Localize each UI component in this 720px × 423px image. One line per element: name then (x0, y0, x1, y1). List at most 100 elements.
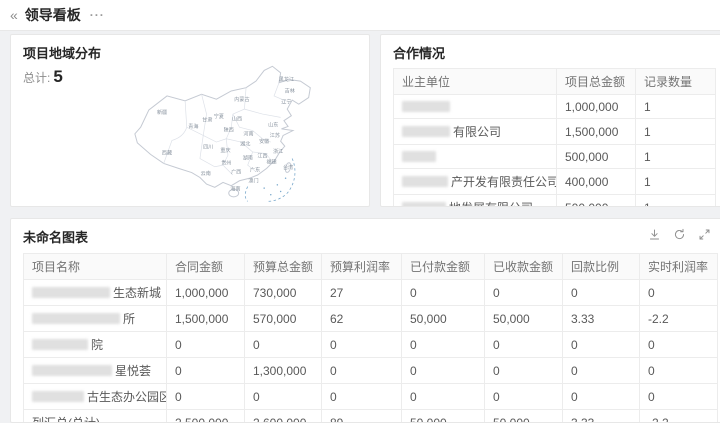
redacted-text (402, 101, 450, 112)
svg-text:海南: 海南 (230, 186, 240, 193)
column-header: 实时利润率 (640, 254, 718, 280)
svg-text:新疆: 新疆 (157, 109, 167, 116)
widget-toolbar (648, 228, 711, 241)
svg-text:广西: 广西 (231, 168, 241, 175)
column-header: 已收款金额 (485, 254, 563, 280)
cell: 400,000 (557, 169, 636, 195)
cell: 1,000,000 (167, 280, 245, 306)
redacted-text (32, 313, 120, 324)
cell: 0 (167, 332, 245, 358)
cell: 0 (563, 384, 640, 410)
svg-text:河南: 河南 (243, 130, 253, 137)
table-row: 古生态办公园区0000000 (24, 384, 718, 410)
svg-text:青海: 青海 (188, 123, 198, 130)
map-total-label: 总计: (23, 71, 50, 85)
cell: 产开发有限责任公司 (394, 169, 557, 195)
svg-text:台湾: 台湾 (283, 164, 293, 171)
cell: 0 (640, 332, 718, 358)
cell: 50,000 (485, 410, 563, 423)
svg-text:吉林: 吉林 (285, 88, 295, 95)
collapse-sidebar-icon[interactable]: « (10, 8, 18, 22)
cell: 27 (322, 280, 402, 306)
column-header: 合同金额 (167, 254, 245, 280)
cell: 50,000 (485, 306, 563, 332)
cell: 0 (245, 332, 322, 358)
cell: 0 (322, 384, 402, 410)
svg-text:湖南: 湖南 (243, 154, 253, 161)
china-map: 黑龙江吉林辽宁内蒙古新疆青海甘肃宁夏山西山东陕西河南江苏安徽西藏四川重庆湖北浙江… (99, 63, 347, 203)
cell: 1,500,000 (167, 306, 245, 332)
cell: 50,000 (402, 410, 485, 423)
column-header: 业主单位 (394, 69, 557, 95)
redacted-text (402, 176, 448, 187)
svg-text:宁夏: 宁夏 (214, 113, 224, 120)
table-row: 地发展有限公司500,0001 (394, 195, 716, 208)
table-row: 院0000000 (24, 332, 718, 358)
column-header: 项目总金额 (557, 69, 636, 95)
projects-table: 项目名称合同金额预算总金额预算利润率已付款金额已收款金额回款比例实时利润率 生态… (23, 253, 718, 423)
cell: 0 (563, 358, 640, 384)
cell: 0 (640, 280, 718, 306)
redacted-text (32, 391, 84, 402)
cell: 50,000 (402, 306, 485, 332)
cell: 1,300,000 (245, 358, 322, 384)
redacted-text (402, 126, 450, 137)
cell: 2,600,000 (245, 410, 322, 423)
cell: 1 (636, 95, 716, 119)
cell: 0 (485, 332, 563, 358)
redacted-text (32, 287, 110, 298)
svg-text:福建: 福建 (266, 158, 276, 165)
cell: 0 (563, 280, 640, 306)
svg-text:辽宁: 辽宁 (281, 98, 291, 105)
cell: 3.33 (563, 410, 640, 423)
svg-text:贵州: 贵州 (221, 159, 231, 166)
svg-text:江苏: 江苏 (270, 132, 280, 139)
svg-text:云南: 云南 (201, 170, 211, 177)
cell: 500,000 (557, 145, 636, 169)
cell: 1 (636, 195, 716, 208)
table-row: 生态新城1,000,000730,000270000 (24, 280, 718, 306)
top-bar: « 领导看板 ··· (0, 0, 720, 31)
column-header: 已付款金额 (402, 254, 485, 280)
map-total-value: 5 (53, 67, 62, 86)
svg-text:西藏: 西藏 (162, 149, 172, 156)
svg-text:澳门: 澳门 (248, 177, 258, 184)
table-header-row: 业主单位项目总金额记录数量 (394, 69, 716, 95)
cell: 地发展有限公司 (394, 195, 557, 208)
cell (394, 145, 557, 169)
cell: -2.2 (640, 410, 718, 423)
cell: 0 (402, 384, 485, 410)
cell: 0 (322, 332, 402, 358)
more-options-icon[interactable]: ··· (90, 8, 105, 22)
svg-text:甘肃: 甘肃 (202, 116, 212, 123)
column-header: 预算利润率 (322, 254, 402, 280)
cell: 1 (636, 119, 716, 145)
column-header: 记录数量 (636, 69, 716, 95)
refresh-icon[interactable] (673, 228, 686, 241)
cell (394, 95, 557, 119)
cell: 570,000 (245, 306, 322, 332)
panel-title: 未命名图表 (11, 219, 720, 249)
panel-cooperation: 合作情况 业主单位项目总金额记录数量 1,000,0001有限公司1,500,0… (380, 34, 720, 207)
cell: 星悦荟 (24, 358, 167, 384)
cell: 0 (640, 358, 718, 384)
svg-text:安徽: 安徽 (259, 138, 269, 145)
cell: 3.33 (563, 306, 640, 332)
page-title: 领导看板 (25, 5, 81, 25)
redacted-text (32, 339, 88, 350)
download-icon[interactable] (648, 228, 661, 241)
cell: -2.2 (640, 306, 718, 332)
cell: 2,500,000 (167, 410, 245, 423)
redacted-text (402, 151, 436, 162)
cell: 730,000 (245, 280, 322, 306)
islet-dots (263, 178, 286, 196)
cell: 古生态办公园区 (24, 384, 167, 410)
table-row: 有限公司1,500,0001 (394, 119, 716, 145)
cell: 0 (563, 332, 640, 358)
expand-icon[interactable] (698, 228, 711, 241)
table-row: 1,000,0001 (394, 95, 716, 119)
svg-text:四川: 四川 (203, 145, 213, 151)
column-header: 预算总金额 (245, 254, 322, 280)
cell: 0 (640, 384, 718, 410)
table-row: 星悦荟01,300,00000000 (24, 358, 718, 384)
